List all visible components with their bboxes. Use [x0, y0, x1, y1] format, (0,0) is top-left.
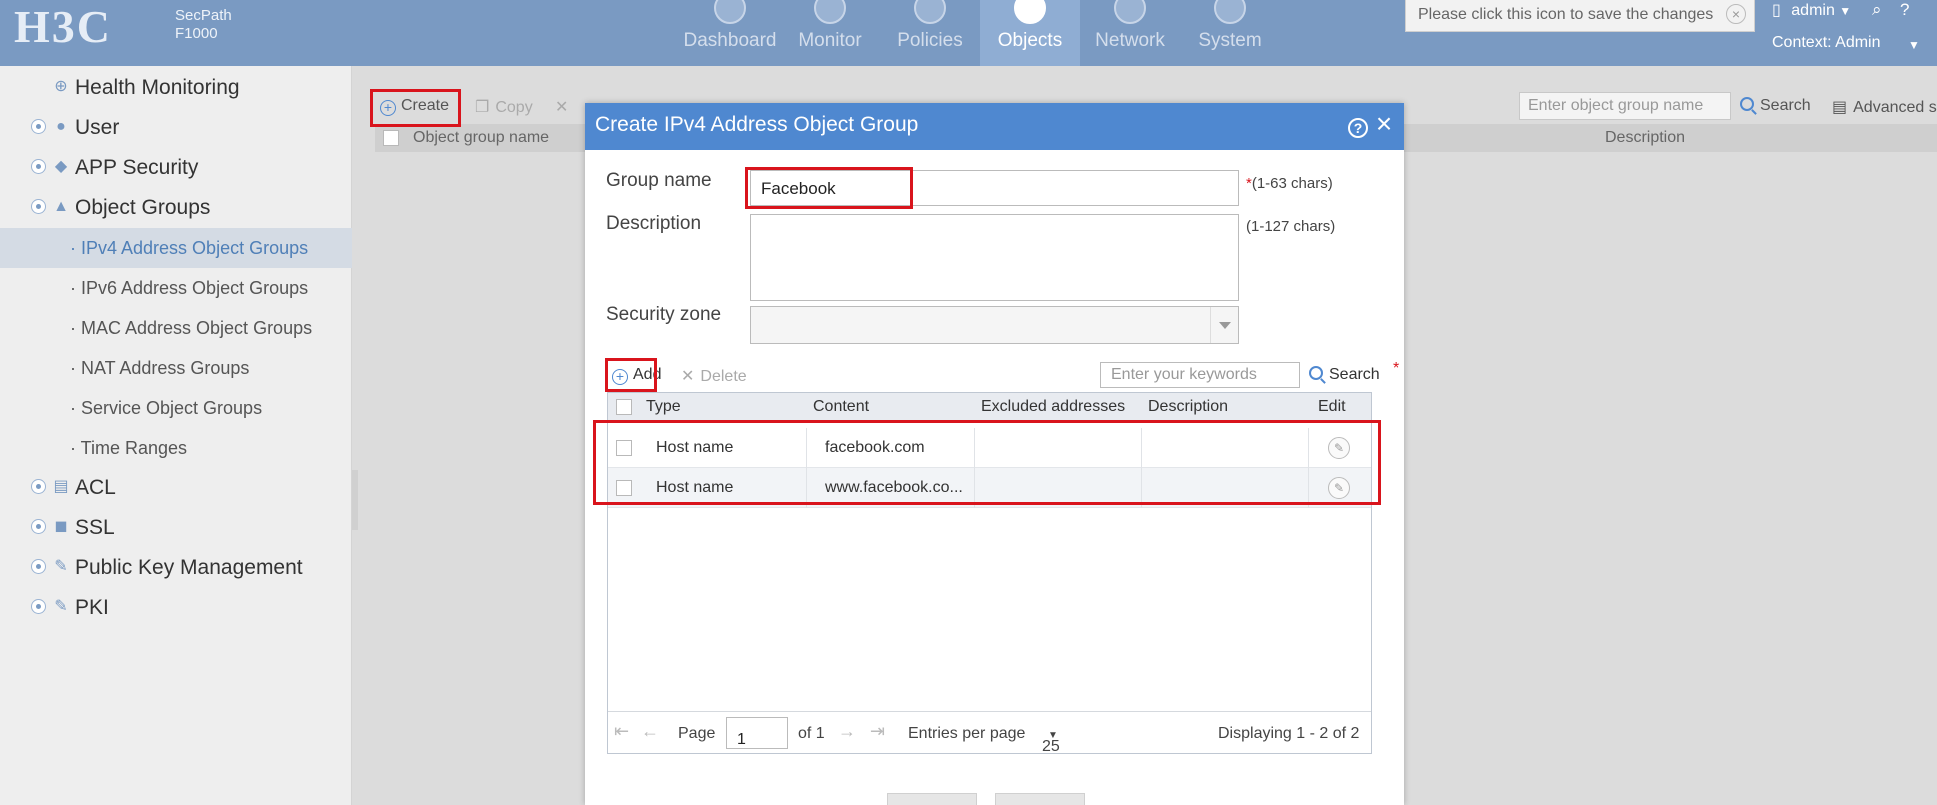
required-marker: *: [1393, 360, 1400, 377]
ssl-icon: ◼: [54, 518, 68, 535]
top-header: H3C SecPath F1000 Dashboard Monitor Poli…: [0, 0, 1937, 66]
dialog-title-bar: Create IPv4 Address Object Group ? ×: [585, 103, 1404, 150]
prev-page-icon[interactable]: ←: [641, 721, 659, 742]
search-icon[interactable]: ⌕: [1872, 0, 1882, 20]
main-search-button[interactable]: Search: [1740, 88, 1811, 124]
sidebar-item-ipv6-address-object-groups[interactable]: · IPv6 Address Object Groups: [0, 268, 352, 308]
sidebar: ⊕ Health Monitoring ● User ◆ APP Securit…: [0, 66, 352, 805]
sidebar-splitter[interactable]: [352, 470, 358, 530]
advanced-search-button[interactable]: ▤ Advanced s: [1832, 88, 1937, 124]
sidebar-item-user[interactable]: ● User: [0, 108, 352, 148]
last-page-icon[interactable]: ⇥: [870, 721, 885, 742]
keyword-search-button[interactable]: Search: [1309, 357, 1380, 393]
member-toolbar: + Add ✕ Delete Enter your keywords Search …: [606, 357, 1399, 393]
help-icon[interactable]: ?: [1900, 0, 1909, 20]
cancel-button[interactable]: [995, 793, 1085, 805]
page-number-input[interactable]: 1: [726, 717, 788, 749]
entries-per-page-select[interactable]: 25 ▼: [1042, 725, 1060, 755]
close-icon[interactable]: ×: [1372, 110, 1396, 138]
sidebar-item-service-object-groups[interactable]: · Service Object Groups: [0, 388, 352, 428]
product-name: SecPath F1000: [175, 7, 232, 42]
user-menu[interactable]: ▯ admin ▼: [1772, 0, 1851, 20]
first-page-icon[interactable]: ⇤: [614, 721, 629, 742]
group-name-label: Group name: [606, 170, 712, 191]
delete-icon[interactable]: ✕: [555, 88, 568, 124]
description-hint: (1-127 chars): [1246, 218, 1336, 235]
member-table-header: Type Content Excluded addresses Descript…: [608, 393, 1371, 421]
group-name-hint: *(1-63 chars): [1246, 175, 1333, 192]
nav-network[interactable]: Network: [1080, 0, 1180, 66]
nav-objects[interactable]: Objects: [980, 0, 1080, 66]
share-icon: [1014, 0, 1046, 24]
sidebar-item-acl[interactable]: ▤ ACL: [0, 468, 352, 508]
caret-down-icon: ▼: [1839, 4, 1852, 18]
security-zone-select[interactable]: [750, 306, 1239, 344]
monitor-icon: [814, 0, 846, 24]
copy-icon: ❐: [475, 99, 490, 116]
sidebar-item-ipv4-address-object-groups[interactable]: · IPv4 Address Object Groups: [0, 228, 352, 268]
expand-icon[interactable]: [31, 599, 46, 614]
user-icon: ●: [56, 118, 66, 135]
close-icon[interactable]: ×: [1726, 4, 1746, 24]
close-icon: ✕: [681, 368, 695, 385]
expand-icon[interactable]: [31, 559, 46, 574]
collapse-icon[interactable]: [31, 199, 46, 214]
expand-icon[interactable]: [31, 479, 46, 494]
sidebar-item-app-security[interactable]: ◆ APP Security: [0, 148, 352, 188]
search-icon: [1740, 97, 1754, 111]
nav-policies[interactable]: Policies: [880, 0, 980, 66]
description-textarea[interactable]: [750, 214, 1239, 301]
app-security-icon: ◆: [54, 158, 68, 175]
create-ipv4-group-dialog: Create IPv4 Address Object Group ? × Gro…: [585, 103, 1404, 805]
main-nav: Dashboard Monitor Policies Objects Netwo…: [680, 0, 1280, 66]
dashboard-icon: [714, 0, 746, 24]
acl-icon: ▤: [53, 478, 69, 495]
sidebar-item-ssl[interactable]: ◼ SSL: [0, 508, 352, 548]
expand-icon[interactable]: [31, 159, 46, 174]
select-all-checkbox[interactable]: [616, 399, 632, 415]
sidebar-item-health-monitoring[interactable]: ⊕ Health Monitoring: [0, 68, 352, 108]
object-group-search-input[interactable]: Enter object group name: [1519, 92, 1731, 120]
sidebar-item-time-ranges[interactable]: · Time Ranges: [0, 428, 352, 468]
select-all-checkbox[interactable]: [383, 130, 399, 146]
sidebar-item-nat-address-groups[interactable]: · NAT Address Groups: [0, 348, 352, 388]
advanced-search-icon: ▤: [1832, 99, 1848, 116]
description-label: Description: [606, 213, 702, 234]
h3c-logo: H3C: [14, 1, 112, 52]
sidebar-item-public-key-management[interactable]: ✎ Public Key Management: [0, 548, 352, 588]
nav-dashboard[interactable]: Dashboard: [680, 0, 780, 66]
pagination-bar: ⇤ ← Page 1 of 1 → ⇥ Entries per page 25 …: [608, 711, 1371, 755]
delete-button[interactable]: ✕ Delete: [681, 357, 747, 393]
security-zone-label: Security zone: [606, 304, 722, 325]
sidebar-item-mac-address-object-groups[interactable]: · MAC Address Object Groups: [0, 308, 352, 348]
sidebar-item-pki[interactable]: ✎ PKI: [0, 588, 352, 628]
save-icon[interactable]: ▯: [1772, 2, 1781, 19]
keyword-search-input[interactable]: Enter your keywords: [1100, 362, 1300, 388]
nav-system[interactable]: System: [1180, 0, 1280, 66]
context-caret-icon[interactable]: ▼: [1908, 38, 1920, 52]
nav-monitor[interactable]: Monitor: [780, 0, 880, 66]
help-icon[interactable]: ?: [1348, 118, 1368, 138]
group-name-highlight: [745, 167, 913, 209]
rows-highlight: [593, 420, 1381, 505]
chevron-down-icon: [1210, 307, 1238, 343]
globe-icon: [1114, 0, 1146, 24]
object-groups-icon: ▲: [53, 198, 69, 215]
context-selector[interactable]: Context: Admin: [1772, 34, 1881, 52]
sidebar-item-object-groups[interactable]: ▲ Object Groups: [0, 188, 352, 228]
shield-icon: [914, 0, 946, 24]
ok-button[interactable]: [887, 793, 977, 805]
key-icon: ✎: [54, 558, 68, 575]
copy-button[interactable]: ❐ Copy: [475, 88, 533, 124]
pki-icon: ✎: [54, 598, 68, 615]
health-icon: ⊕: [54, 78, 68, 95]
search-icon: [1309, 366, 1323, 380]
create-highlight: [370, 89, 461, 127]
next-page-icon[interactable]: →: [838, 721, 856, 742]
save-tooltip: Please click this icon to save the chang…: [1405, 0, 1755, 32]
computer-icon: [1214, 0, 1246, 24]
add-highlight: [605, 358, 657, 392]
expand-icon[interactable]: [31, 519, 46, 534]
expand-icon[interactable]: [31, 119, 46, 134]
